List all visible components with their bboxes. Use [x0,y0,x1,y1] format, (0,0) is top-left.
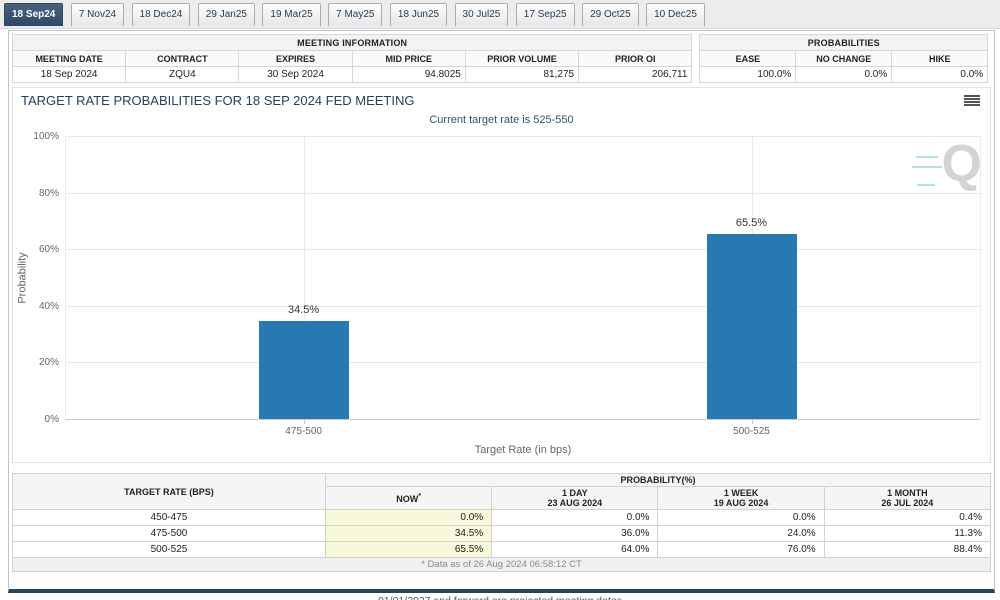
month-450-475: 0.4% [824,510,990,526]
info-row: MEETING INFORMATION MEETING DATE CONTRAC… [9,31,994,85]
bar-475-500[interactable] [259,321,349,419]
day-450-475: 0.0% [492,510,658,526]
ytick-20: 20% [19,357,59,368]
prior-volume-value: 81,275 [465,67,578,83]
hamburger-menu-icon[interactable] [964,95,980,108]
chart-title: TARGET RATE PROBABILITIES FOR 18 SEP 202… [21,93,414,108]
rate-450-475: 450-475 [13,510,326,526]
ytick-40: 40% [19,301,59,312]
col-meeting-date: MEETING DATE [13,51,126,67]
tab-10-dec25[interactable]: 10 Dec25 [646,3,705,26]
month-475-500: 11.3% [824,526,990,542]
contract-value: ZQU4 [126,67,239,83]
now-450-475: 0.0% [325,510,491,526]
tab-18-sep24[interactable]: 18 Sep24 [4,3,63,26]
target-rate-chart: TARGET RATE PROBABILITIES FOR 18 SEP 202… [12,87,991,463]
bar-label-500-525: 65.5% [707,217,797,229]
week-475-500: 24.0% [658,526,824,542]
fedwatch-main-panel: MEETING INFORMATION MEETING DATE CONTRAC… [8,30,995,593]
col-hike: HIKE [892,51,988,67]
col-expires: EXPIRES [239,51,352,67]
table-row: 450-475 0.0% 0.0% 0.0% 0.4% [13,510,991,526]
table-row: 500-525 65.5% 64.0% 76.0% 88.4% [13,542,991,558]
meeting-information-table: MEETING INFORMATION MEETING DATE CONTRAC… [12,34,692,83]
bar-slot-475-500: 34.5% [259,136,349,419]
tab-7-nov24[interactable]: 7 Nov24 [71,3,124,26]
probabilities-summary-table: PROBABILITIES EASE NO CHANGE HIKE 100.0%… [699,34,988,83]
chart-subtitle: Current target rate is 525-550 [13,114,990,126]
tab-18-dec24[interactable]: 18 Dec24 [132,3,191,26]
bar-label-475-500: 34.5% [259,304,349,316]
target-rate-header: TARGET RATE (BPS) [13,474,326,510]
plot-area: 100% 80% 60% 40% 20% 0% 34.5% 65.5% 475-… [65,136,981,420]
one-week-header: 1 WEEK 19 AUG 2024 [658,487,824,510]
week-450-475: 0.0% [658,510,824,526]
tab-29-oct25[interactable]: 29 Oct25 [582,3,639,26]
y-axis-title: Probability [15,136,31,420]
expires-value: 30 Sep 2024 [239,67,352,83]
tab-17-sep25[interactable]: 17 Sep25 [516,3,575,26]
ease-value: 100.0% [700,67,796,83]
tab-29-jan25[interactable]: 29 Jan25 [198,3,255,26]
col-mid-price: MID PRICE [352,51,465,67]
col-prior-oi: PRIOR OI [579,51,692,67]
month-500-525: 88.4% [824,542,990,558]
now-500-525: 65.5% [325,542,491,558]
day-500-525: 64.0% [492,542,658,558]
no-change-value: 0.0% [796,67,892,83]
x-axis-title: Target Rate (in bps) [66,444,980,456]
mid-price-value: 94.8025 [352,67,465,83]
col-prior-volume: PRIOR VOLUME [465,51,578,67]
ytick-100: 100% [19,131,59,142]
now-header: NOW* [325,487,491,510]
probability-history-table: TARGET RATE (BPS) PROBABILITY(%) NOW* 1 … [12,473,991,572]
meeting-info-title: MEETING INFORMATION [13,35,692,51]
bar-500-525[interactable] [707,234,797,419]
tab-19-mar25[interactable]: 19 Mar25 [262,3,320,26]
rate-475-500: 475-500 [13,526,326,542]
probabilities-title: PROBABILITIES [700,35,988,51]
projected-meetings-note: 01/01/2027 and forward are projected mee… [0,595,1000,600]
col-no-change: NO CHANGE [796,51,892,67]
col-contract: CONTRACT [126,51,239,67]
col-ease: EASE [700,51,796,67]
day-475-500: 36.0% [492,526,658,542]
tab-18-jun25[interactable]: 18 Jun25 [390,3,447,26]
data-as-of-footnote: * Data as of 26 Aug 2024 06:58:12 CT [13,558,991,572]
rate-500-525: 500-525 [13,542,326,558]
xcat-500-525: 500-525 [733,426,770,437]
bar-slot-500-525: 65.5% [707,136,797,419]
meeting-date-value: 18 Sep 2024 [13,67,126,83]
tab-7-may25[interactable]: 7 May25 [328,3,382,26]
one-month-header: 1 MONTH 26 JUL 2024 [824,487,990,510]
table-row: 475-500 34.5% 36.0% 24.0% 11.3% [13,526,991,542]
meeting-date-tabbar: 18 Sep24 7 Nov24 18 Dec24 29 Jan25 19 Ma… [0,0,1000,29]
ytick-80: 80% [19,188,59,199]
now-475-500: 34.5% [325,526,491,542]
quikstrike-watermark-icon: Q [942,138,982,190]
tab-30-jul25[interactable]: 30 Jul25 [455,3,509,26]
hike-value: 0.0% [892,67,988,83]
week-500-525: 76.0% [658,542,824,558]
xcat-475-500: 475-500 [285,426,322,437]
probability-group-header: PROBABILITY(%) [325,474,990,487]
ytick-0: 0% [19,414,59,425]
prior-oi-value: 206,711 [579,67,692,83]
one-day-header: 1 DAY 23 AUG 2024 [492,487,658,510]
ytick-60: 60% [19,244,59,255]
